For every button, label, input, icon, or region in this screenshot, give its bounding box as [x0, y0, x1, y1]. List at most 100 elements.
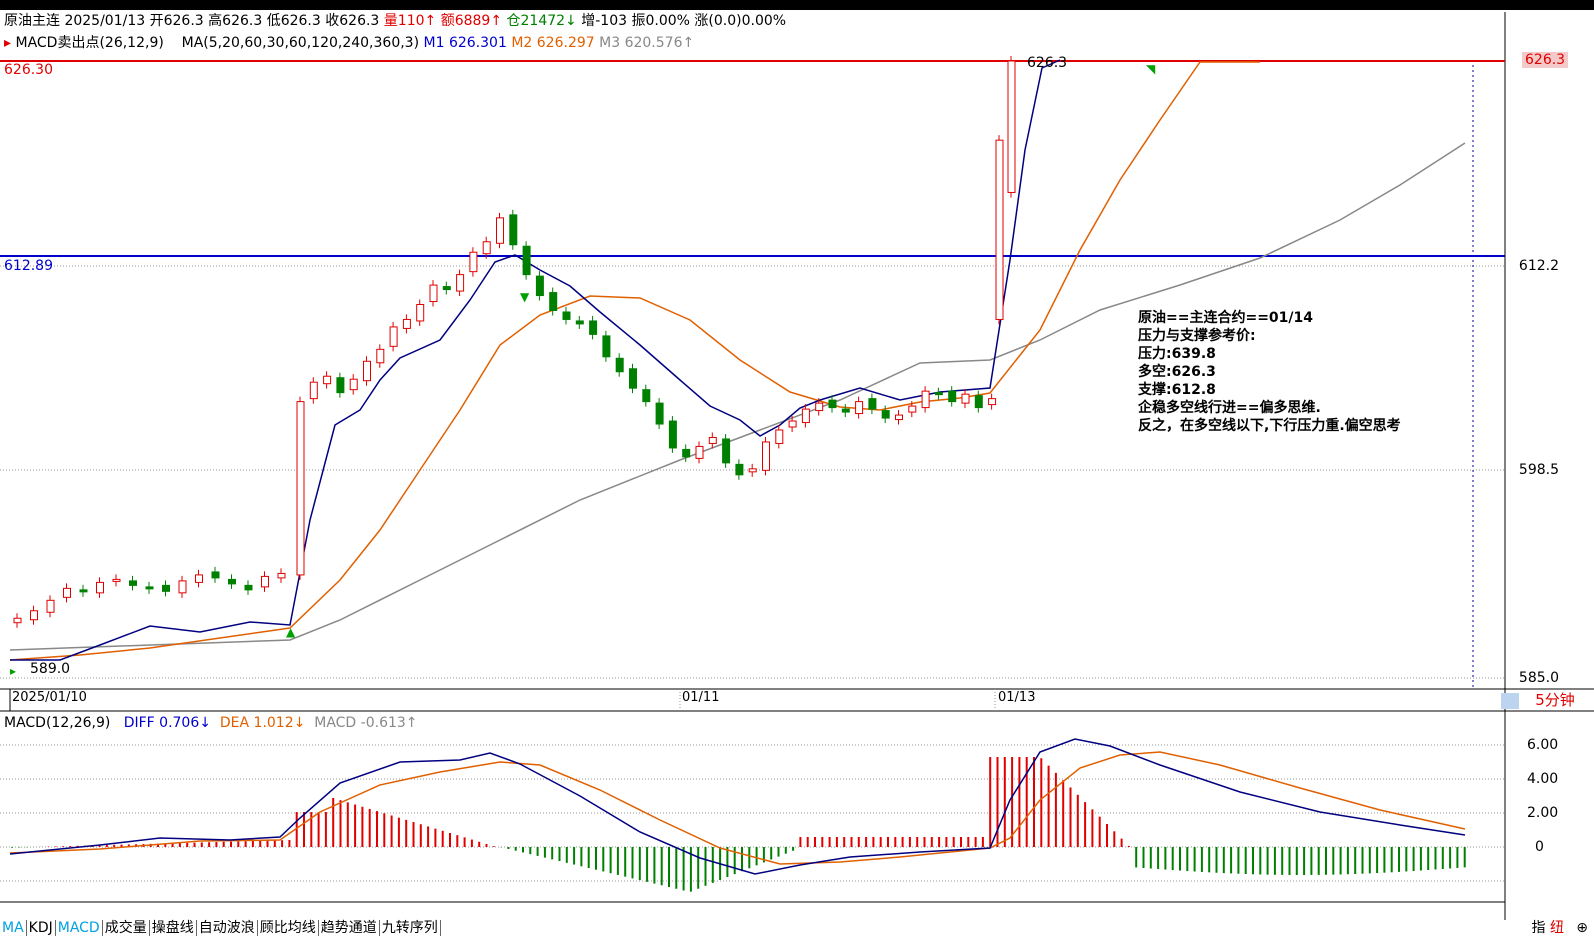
candle[interactable]	[162, 584, 170, 592]
candle[interactable]	[775, 429, 784, 444]
candle[interactable]	[416, 304, 425, 322]
candle[interactable]	[788, 420, 797, 428]
candle[interactable]	[30, 610, 38, 621]
tab-kdj[interactable]: KDJ	[27, 920, 56, 936]
candle[interactable]	[349, 378, 358, 391]
analysis-annotation: 原油==主连合约==01/14 压力与支撑参考价: 压力:639.8 多空:62…	[1138, 309, 1401, 435]
candle[interactable]	[815, 402, 824, 412]
candle[interactable]	[456, 274, 465, 292]
candle[interactable]	[615, 357, 624, 373]
tab-button[interactable]: 纽	[1550, 920, 1564, 936]
candle[interactable]	[828, 399, 837, 409]
candle[interactable]	[735, 463, 744, 476]
candle[interactable]	[948, 390, 957, 403]
candle[interactable]	[376, 348, 385, 364]
candle[interactable]	[908, 405, 917, 413]
candle[interactable]	[277, 572, 286, 579]
candle[interactable]	[762, 441, 770, 471]
candle[interactable]	[602, 335, 611, 358]
candle[interactable]	[961, 393, 970, 404]
candlestick-series[interactable]	[13, 56, 1016, 628]
candle[interactable]	[695, 445, 704, 459]
open-value: 626.3	[163, 13, 204, 29]
candle[interactable]	[841, 408, 850, 413]
macd-y-tick: 2.00	[1527, 805, 1559, 821]
candle[interactable]	[323, 375, 332, 385]
window-top-bar	[0, 0, 1594, 10]
candle[interactable]	[921, 390, 930, 409]
candle[interactable]	[469, 251, 478, 273]
candle[interactable]	[655, 402, 664, 425]
candle[interactable]	[496, 217, 504, 244]
candle[interactable]	[722, 438, 731, 464]
candle[interactable]	[801, 408, 810, 424]
sell-arrow-icon: ▼	[520, 290, 530, 304]
candle[interactable]	[881, 410, 890, 419]
candle[interactable]	[244, 584, 253, 591]
candle[interactable]	[309, 381, 318, 400]
candle[interactable]	[442, 286, 451, 291]
candle[interactable]	[429, 284, 438, 303]
tab-guppy[interactable]: 顾比均线	[258, 920, 319, 936]
candle[interactable]	[13, 617, 22, 624]
candle[interactable]	[629, 368, 637, 389]
ma-params-label[interactable]: MA(5,20,60,30,60,120,240,360,3)	[182, 35, 419, 51]
tab-index[interactable]: 指	[1532, 920, 1546, 936]
tab-trading-line[interactable]: 操盘线	[150, 920, 197, 936]
candle[interactable]	[363, 360, 371, 382]
candle[interactable]	[895, 414, 903, 421]
candle[interactable]	[261, 575, 269, 588]
candle[interactable]	[402, 318, 411, 329]
tab-nine-turn[interactable]: 九转序列	[380, 920, 441, 936]
period-scroll-box[interactable]	[1501, 693, 1519, 709]
candle[interactable]	[682, 448, 691, 458]
candle[interactable]	[112, 578, 121, 582]
candle[interactable]	[129, 580, 137, 586]
price-chart[interactable]: ▲ ▼ ◥ ▸	[0, 0, 1594, 936]
candle[interactable]	[145, 586, 154, 590]
candle[interactable]	[708, 436, 717, 444]
tab-ma[interactable]: MA	[0, 920, 27, 936]
macd-signal-label[interactable]: MACD卖出点(26,12,9)	[15, 35, 163, 51]
candle[interactable]	[228, 578, 236, 585]
candle[interactable]	[79, 589, 88, 593]
candle[interactable]	[96, 581, 104, 594]
quote-date: 2025/01/13	[64, 13, 146, 29]
tab-macd[interactable]: MACD	[56, 920, 103, 936]
candle[interactable]	[549, 292, 558, 311]
tab-volume[interactable]: 成交量	[103, 920, 150, 936]
tab-auto-wave[interactable]: 自动波浪	[197, 920, 258, 936]
candle[interactable]	[995, 139, 1004, 320]
diff-value: 0.706↓	[159, 715, 211, 731]
candle[interactable]	[934, 392, 943, 396]
candle[interactable]	[63, 587, 71, 598]
close-value: 626.3	[339, 13, 380, 29]
candle[interactable]	[575, 320, 584, 325]
candle[interactable]	[988, 398, 997, 406]
candle[interactable]	[868, 398, 877, 410]
candle[interactable]	[211, 571, 220, 579]
candle[interactable]	[589, 320, 598, 335]
candle[interactable]	[1007, 60, 1016, 193]
candle[interactable]	[195, 574, 203, 583]
zoom-plus-icon[interactable]: ⊕	[1576, 920, 1588, 936]
candle[interactable]	[642, 389, 651, 403]
candle[interactable]	[748, 468, 757, 473]
candle[interactable]	[522, 245, 531, 276]
candle[interactable]	[178, 580, 187, 594]
candle[interactable]	[389, 326, 398, 347]
candle[interactable]	[482, 241, 491, 255]
candle[interactable]	[562, 311, 571, 320]
candle[interactable]	[509, 214, 518, 246]
candle[interactable]	[668, 420, 677, 449]
candle[interactable]	[855, 401, 864, 415]
period-selector[interactable]: 5分钟	[1520, 690, 1590, 710]
candle[interactable]	[46, 599, 55, 613]
tab-trend-channel[interactable]: 趋势通道	[319, 920, 380, 936]
candle[interactable]	[296, 401, 305, 576]
macd-y-tick: 0	[1535, 839, 1544, 855]
macd-title[interactable]: MACD(12,26,9)	[4, 715, 110, 731]
candle[interactable]	[336, 377, 345, 394]
candle[interactable]	[974, 395, 983, 409]
candle[interactable]	[535, 275, 544, 297]
